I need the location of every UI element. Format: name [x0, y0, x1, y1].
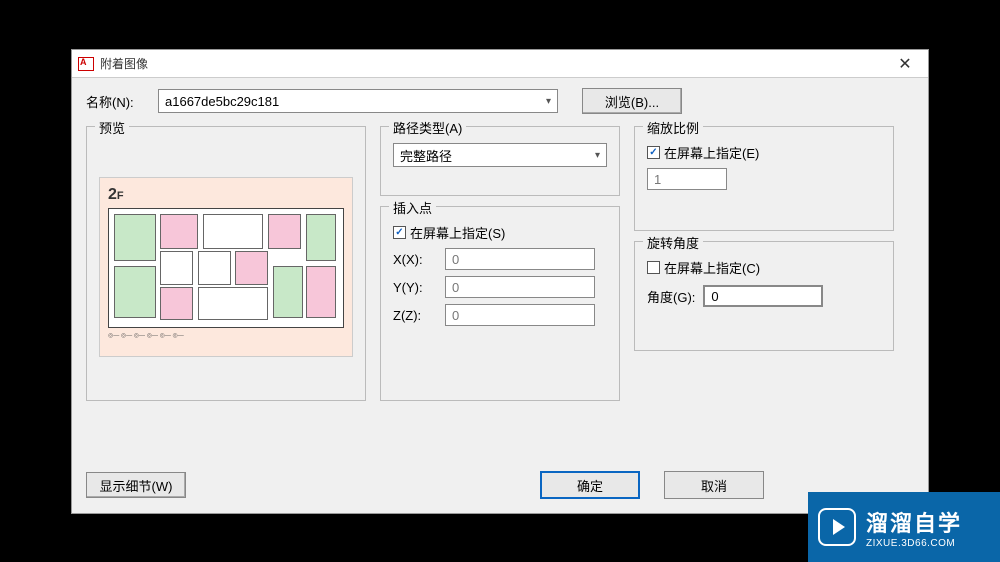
- angle-label: 角度(G):: [647, 287, 695, 306]
- angle-row: 角度(G): 0: [647, 285, 881, 307]
- insert-specify-label: 在屏幕上指定(S): [410, 223, 505, 242]
- scale-specify-row: ✓ 在屏幕上指定(E): [647, 143, 881, 162]
- rotation-specify-checkbox[interactable]: [647, 261, 660, 274]
- y-label: Y(Y):: [393, 280, 437, 295]
- name-label: 名称(N):: [86, 92, 150, 111]
- scale-title: 缩放比例: [643, 118, 703, 137]
- path-type-dropdown[interactable]: 完整路径 ▾: [393, 143, 607, 167]
- scale-input[interactable]: 1: [647, 168, 727, 190]
- chevron-down-icon: ▾: [546, 96, 551, 107]
- column-right: 缩放比例 ✓ 在屏幕上指定(E) 1 旋转角度 在屏幕上指定(C) 角度(G):: [634, 126, 894, 411]
- rotation-specify-row: 在屏幕上指定(C): [647, 258, 881, 277]
- insert-specify-row: ✓ 在屏幕上指定(S): [393, 223, 607, 242]
- rotation-title: 旋转角度: [643, 233, 703, 252]
- rotation-group: 旋转角度 在屏幕上指定(C) 角度(G): 0: [634, 241, 894, 351]
- floorplan-thumbnail: [108, 208, 344, 328]
- preview-image: 2F: [99, 177, 353, 357]
- z-label: Z(Z):: [393, 308, 437, 323]
- y-input[interactable]: 0: [445, 276, 595, 298]
- window-title: 附着图像: [100, 55, 148, 72]
- name-dropdown[interactable]: a1667de5bc29c181 ▾: [158, 89, 558, 113]
- preview-group: 预览 2F: [86, 126, 366, 401]
- play-icon: [818, 508, 856, 546]
- close-button[interactable]: ✕: [888, 53, 922, 75]
- preview-legend: ◎— ◎— ◎— ◎— ◎— ◎—: [108, 332, 344, 339]
- angle-input[interactable]: 0: [703, 285, 823, 307]
- cancel-button[interactable]: 取消: [664, 471, 764, 499]
- x-input[interactable]: 0: [445, 248, 595, 270]
- floor-label: 2F: [108, 186, 344, 204]
- ok-button[interactable]: 确定: [540, 471, 640, 499]
- titlebar: 附着图像 ✕: [72, 50, 928, 78]
- dialog-buttons: 确定 取消: [540, 471, 764, 499]
- insert-specify-checkbox[interactable]: ✓: [393, 226, 406, 239]
- insert-x-row: X(X): 0: [393, 248, 607, 270]
- insert-point-title: 插入点: [389, 198, 436, 217]
- watermark: 溜溜自学 ZIXUE.3D66.COM: [808, 492, 1000, 562]
- path-type-value: 完整路径: [400, 146, 452, 165]
- name-row: 名称(N): a1667de5bc29c181 ▾ 浏览(B)...: [86, 88, 914, 114]
- insert-y-row: Y(Y): 0: [393, 276, 607, 298]
- chevron-down-icon: ▾: [595, 150, 600, 161]
- attach-image-dialog: 附着图像 ✕ 名称(N): a1667de5bc29c181 ▾ 浏览(B)..…: [71, 49, 929, 514]
- show-details-button[interactable]: 显示细节(W): [86, 472, 186, 498]
- x-label: X(X):: [393, 252, 437, 267]
- watermark-text: 溜溜自学 ZIXUE.3D66.COM: [866, 506, 962, 549]
- scale-specify-checkbox[interactable]: ✓: [647, 146, 660, 159]
- name-value: a1667de5bc29c181: [165, 94, 279, 109]
- scale-specify-label: 在屏幕上指定(E): [664, 143, 759, 162]
- z-input[interactable]: 0: [445, 304, 595, 326]
- bottom-row: 显示细节(W) 确定 取消: [86, 471, 914, 499]
- column-mid: 路径类型(A) 完整路径 ▾ 插入点 ✓ 在屏幕上指定(S) X(X): 0: [380, 126, 620, 411]
- columns: 预览 2F: [86, 126, 914, 411]
- column-preview: 预览 2F: [86, 126, 366, 411]
- insert-z-row: Z(Z): 0: [393, 304, 607, 326]
- preview-title: 预览: [95, 118, 129, 137]
- insert-point-group: 插入点 ✓ 在屏幕上指定(S) X(X): 0 Y(Y): 0 Z(Z):: [380, 206, 620, 401]
- app-icon: [78, 57, 94, 71]
- browse-button[interactable]: 浏览(B)...: [582, 88, 682, 114]
- path-type-group: 路径类型(A) 完整路径 ▾: [380, 126, 620, 196]
- rotation-specify-label: 在屏幕上指定(C): [664, 258, 760, 277]
- scale-group: 缩放比例 ✓ 在屏幕上指定(E) 1: [634, 126, 894, 231]
- dialog-content: 名称(N): a1667de5bc29c181 ▾ 浏览(B)... 预览 2F: [72, 78, 928, 421]
- path-type-title: 路径类型(A): [389, 118, 466, 137]
